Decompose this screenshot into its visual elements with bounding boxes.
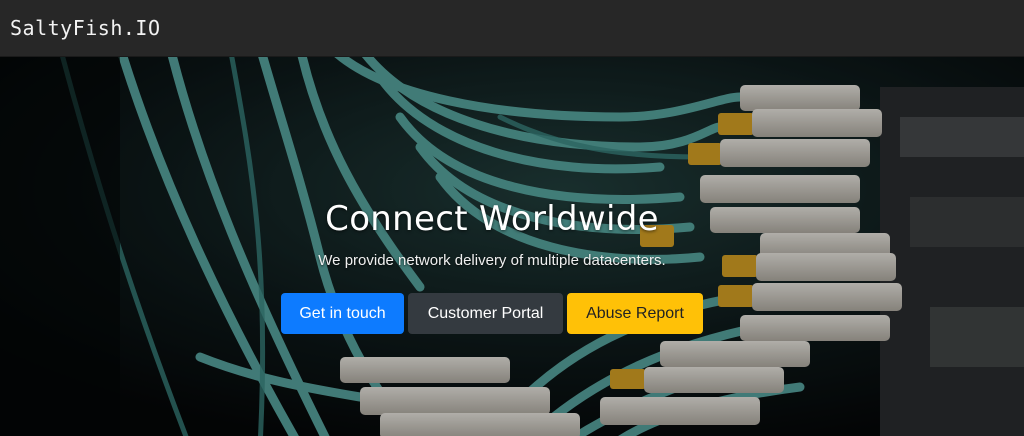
get-in-touch-button[interactable]: Get in touch xyxy=(281,293,404,334)
hero-headline: Connect Worldwide xyxy=(325,199,659,239)
brand-logo-text[interactable]: SaltyFish.IO xyxy=(10,16,161,40)
customer-portal-button[interactable]: Customer Portal xyxy=(408,293,563,334)
hero-subtext: We provide network delivery of multiple … xyxy=(318,252,666,269)
hero-section: Connect Worldwide We provide network del… xyxy=(0,57,1024,436)
navbar: SaltyFish.IO xyxy=(0,0,1024,57)
abuse-report-button[interactable]: Abuse Report xyxy=(567,293,703,334)
hero-overlay xyxy=(0,57,1024,436)
